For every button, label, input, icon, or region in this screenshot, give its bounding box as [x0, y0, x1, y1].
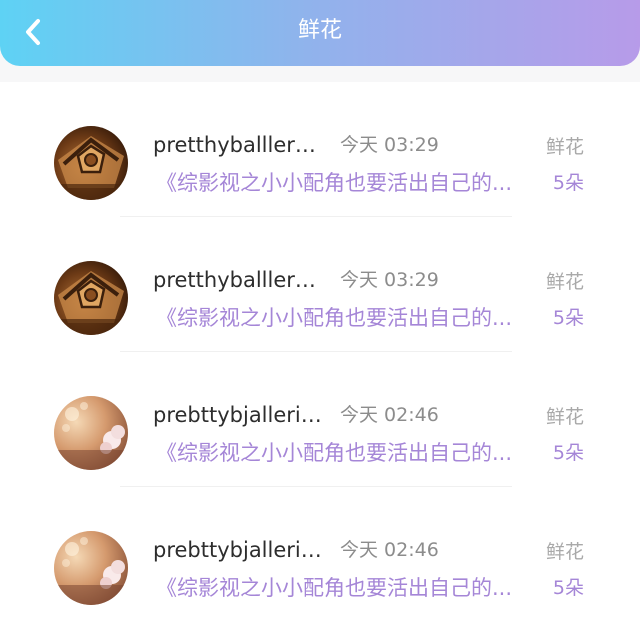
- timestamp: 今天 02:46: [340, 539, 439, 561]
- username: pretthyballlerfin...: [153, 133, 328, 157]
- page-title: 鲜花: [297, 18, 342, 43]
- gift-count: 5朵: [552, 577, 584, 599]
- timestamp: 今天 02:46: [340, 404, 439, 426]
- list-item[interactable]: prebttybjallerin... 今天 02:46 鲜花 《综影视之小小配…: [0, 487, 640, 622]
- book-title-link[interactable]: 《综影视之小小配角也要活出自己的...: [156, 438, 528, 468]
- gift-record-list: pretthyballlerfin... 今天 03:29 鲜花 《综影视之小小…: [0, 82, 640, 631]
- avatar[interactable]: [54, 396, 128, 470]
- book-title-link[interactable]: 《综影视之小小配角也要活出自己的...: [156, 573, 528, 603]
- username: prebttybjallerin...: [153, 403, 328, 427]
- gift-type-label: 鲜花: [545, 541, 584, 563]
- gift-count: 5朵: [552, 307, 584, 329]
- sunset-flower-avatar-icon: [54, 531, 128, 605]
- avatar[interactable]: [54, 261, 128, 335]
- timestamp: 今天 03:29: [340, 134, 439, 156]
- header-bar: 鲜花: [0, 0, 640, 66]
- username: pretthyballlerfin...: [153, 268, 328, 292]
- list-item[interactable]: pretthyballlerfin... 今天 03:29 鲜花 《综影视之小小…: [0, 217, 640, 352]
- gift-type-label: 鲜花: [545, 406, 584, 428]
- book-title-link[interactable]: 《综影视之小小配角也要活出自己的...: [156, 303, 528, 333]
- timestamp: 今天 03:29: [340, 269, 439, 291]
- envelope-seal-avatar-icon: [54, 261, 128, 335]
- gift-type-label: 鲜花: [545, 136, 584, 158]
- gift-count: 5朵: [552, 442, 584, 464]
- sunset-flower-avatar-icon: [54, 396, 128, 470]
- gift-type-label: 鲜花: [545, 271, 584, 293]
- list-item[interactable]: prebttybjallerin... 今天 02:46 鲜花 《综影视之小小配…: [0, 352, 640, 487]
- book-title-link[interactable]: 《综影视之小小配角也要活出自己的...: [156, 168, 528, 198]
- gift-count: 5朵: [552, 172, 584, 194]
- list-item[interactable]: pretthyballlerfin... 今天 03:29 鲜花 《综影视之小小…: [0, 82, 640, 217]
- avatar[interactable]: [54, 126, 128, 200]
- username: prebttybjallerin...: [153, 538, 328, 562]
- avatar[interactable]: [54, 531, 128, 605]
- envelope-seal-avatar-icon: [54, 126, 128, 200]
